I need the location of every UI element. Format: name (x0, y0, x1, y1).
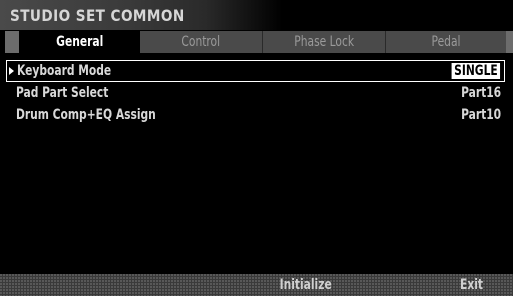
param-value[interactable]: Part10 (461, 105, 501, 125)
tab-general-label: General (56, 34, 104, 50)
exit-button[interactable]: Exit (430, 274, 513, 296)
screen: STUDIO SET COMMON General Control Phase … (0, 0, 513, 296)
tab-phase-lock[interactable]: Phase Lock (263, 31, 385, 53)
function-bar: Initialize Exit (0, 274, 513, 296)
title-bar: STUDIO SET COMMON (0, 0, 513, 30)
param-value[interactable]: SINGLE (451, 63, 500, 79)
param-row-drum-comp-eq-assign[interactable]: Drum Comp+EQ Assign Part10 (6, 105, 505, 127)
tab-pedal-label: Pedal (431, 34, 461, 50)
param-name: Keyboard Mode (17, 63, 112, 79)
initialize-label: Initialize (279, 277, 333, 293)
param-name: Drum Comp+EQ Assign (16, 107, 156, 123)
tab-bar-left-edge (5, 31, 19, 53)
tab-general[interactable]: General (20, 31, 140, 53)
tab-pedal[interactable]: Pedal (386, 31, 506, 53)
param-row-keyboard-mode[interactable]: Keyboard Mode SINGLE (6, 60, 505, 82)
cursor-arrow-icon (9, 67, 14, 75)
tab-control[interactable]: Control (140, 31, 262, 53)
tab-bar-right-edge (506, 31, 513, 53)
screen-title: STUDIO SET COMMON (10, 6, 185, 25)
tab-control-label: Control (181, 34, 221, 50)
param-row-pad-part-select[interactable]: Pad Part Select Part16 (6, 83, 505, 105)
initialize-button[interactable]: Initialize (256, 274, 356, 296)
param-name: Pad Part Select (16, 85, 109, 101)
tab-bar: General Control Phase Lock Pedal (0, 31, 513, 55)
param-value[interactable]: Part16 (461, 83, 501, 103)
tab-phase-lock-label: Phase Lock (294, 34, 354, 50)
exit-label: Exit (459, 277, 484, 293)
